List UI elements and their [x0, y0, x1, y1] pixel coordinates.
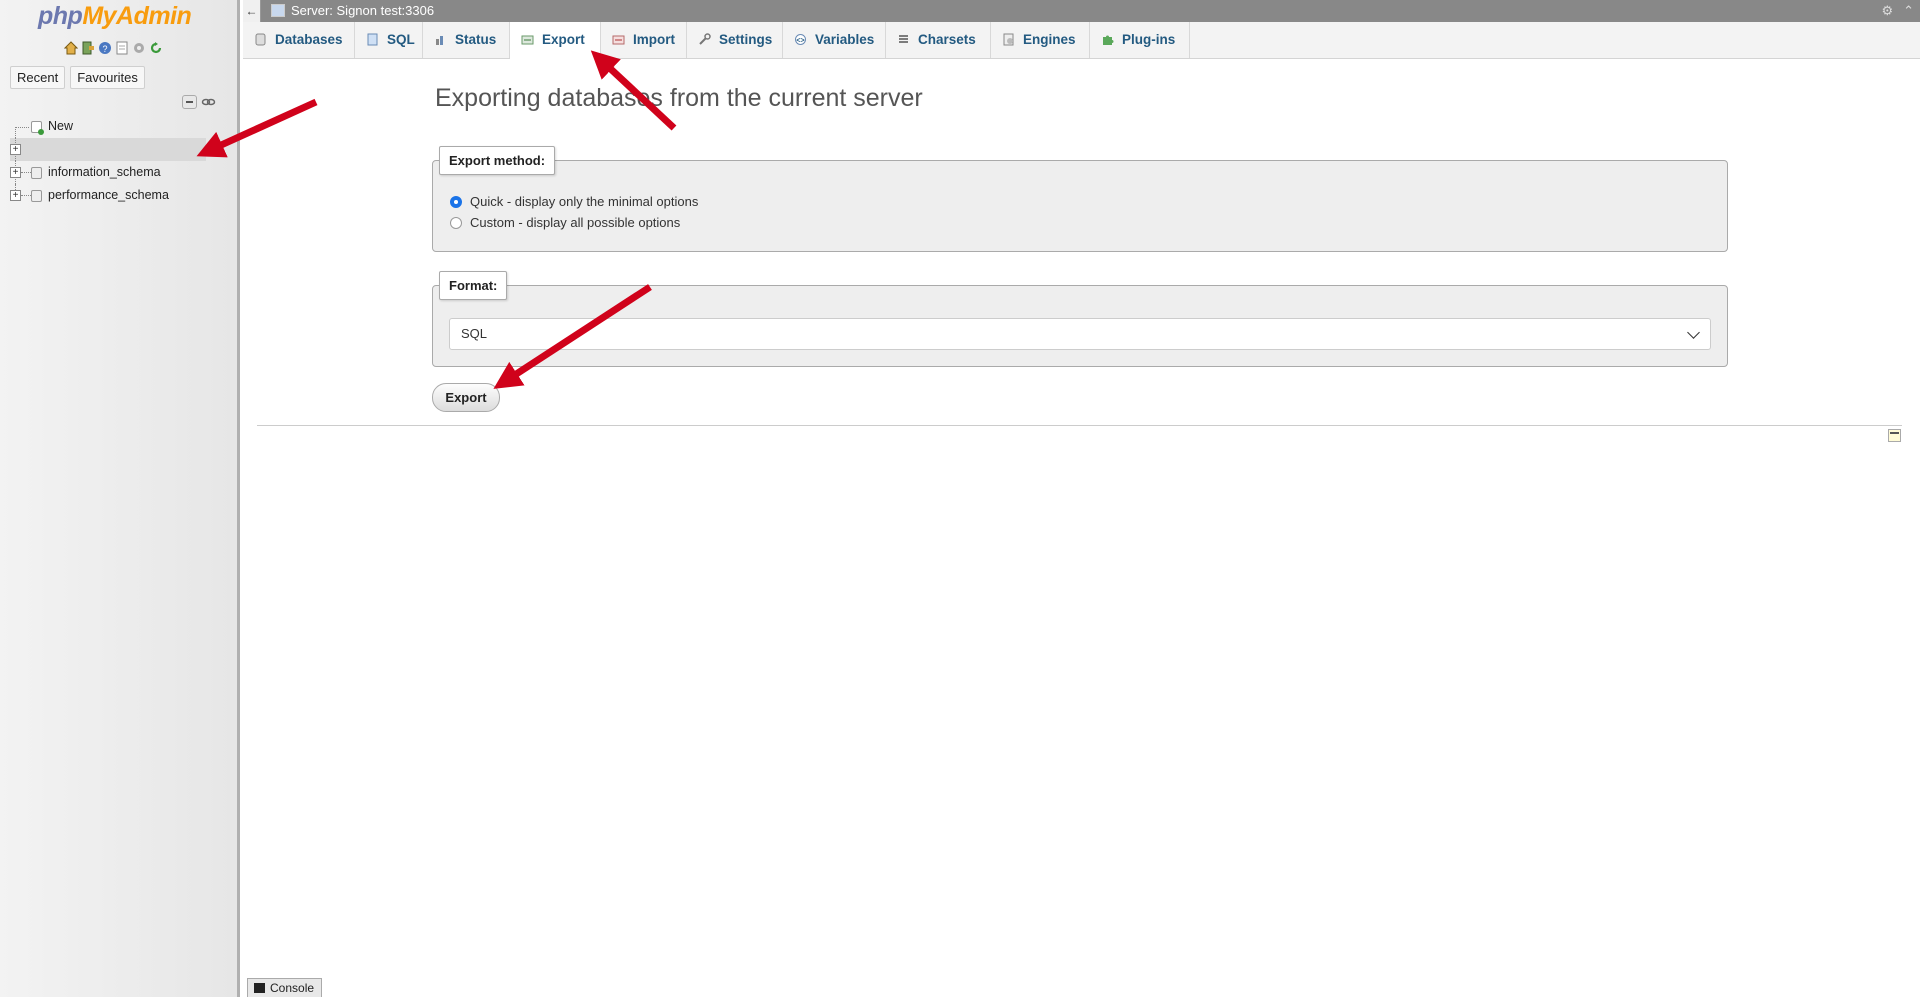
server-breadcrumb[interactable]: Server: Signon test:3306 — [291, 3, 434, 18]
tab-charsets[interactable]: Charsets — [886, 22, 991, 58]
format-select[interactable]: SQL — [449, 318, 1711, 350]
help-icon[interactable]: ? — [98, 41, 112, 55]
tab-label: Import — [633, 32, 675, 47]
import-icon — [612, 35, 625, 45]
nav-tabs: Recent Favourites — [10, 66, 145, 89]
top-right-controls: ⚙ ⌃ — [1881, 3, 1914, 19]
wrench-icon — [699, 33, 711, 45]
home-icon[interactable] — [64, 41, 78, 55]
expand-icon[interactable]: + — [10, 144, 21, 155]
console-toggle[interactable]: Console — [247, 978, 322, 997]
tab-label: Variables — [815, 32, 875, 47]
content-divider — [257, 425, 1902, 426]
engines-icon — [1003, 33, 1014, 46]
database-tree: New + + information_schema + performance… — [10, 115, 236, 207]
tab-variables[interactable]: <> Variables — [783, 22, 886, 58]
variables-icon: <> — [795, 33, 806, 45]
tab-export[interactable]: Export — [510, 22, 601, 59]
tree-item-database[interactable]: + information_schema — [10, 161, 236, 184]
puzzle-icon — [1103, 35, 1114, 45]
tab-label: Settings — [719, 32, 773, 47]
expand-icon[interactable]: + — [10, 190, 21, 201]
quick-export-option[interactable]: Quick - display only the minimal options — [450, 194, 698, 209]
tree-item-label: New — [48, 119, 74, 133]
favourites-tab[interactable]: Favourites — [70, 66, 145, 89]
quick-export-label: Quick - display only the minimal options — [470, 194, 699, 209]
chevron-down-icon — [1687, 326, 1700, 339]
tree-controls — [182, 95, 216, 109]
phpmyadmin-logo[interactable]: phpMyAdmin — [38, 2, 192, 31]
page-title: Exporting databases from the current ser… — [435, 84, 923, 112]
export-method-legend: Export method: — [439, 146, 556, 175]
custom-export-radio[interactable] — [450, 216, 462, 229]
format-legend: Format: — [439, 271, 508, 300]
server-menu: Databases SQL Status Export Import Setti… — [243, 22, 1920, 59]
tree-item-database[interactable]: + performance_schema — [10, 184, 236, 207]
tab-label: Plug-ins — [1122, 32, 1176, 47]
databases-icon — [255, 33, 266, 46]
annotation-arrows — [196, 50, 677, 389]
collapse-navigation-button[interactable]: ← — [243, 0, 261, 22]
svg-text:?: ? — [102, 44, 107, 54]
tree-item-database[interactable]: + — [10, 138, 206, 161]
logout-icon[interactable] — [81, 41, 95, 55]
settings-icon[interactable] — [132, 41, 146, 55]
sql-icon — [367, 33, 378, 46]
tab-engines[interactable]: Engines — [991, 22, 1090, 58]
tree-item-label: performance_schema — [48, 188, 169, 202]
tab-sql[interactable]: SQL — [355, 22, 423, 58]
tree-item-label: information_schema — [48, 165, 161, 179]
console-label: Console — [270, 981, 315, 995]
svg-text:<>: <> — [796, 37, 804, 44]
tab-label: SQL — [387, 32, 415, 47]
custom-export-label: Custom - display all possible options — [470, 215, 681, 230]
nav-icon-bar: ? — [64, 41, 163, 55]
tree-item-new[interactable]: New — [10, 115, 236, 138]
reload-icon[interactable] — [149, 41, 163, 55]
tab-status[interactable]: Status — [423, 22, 510, 58]
page-settings-gear-icon[interactable]: ⚙ — [1881, 3, 1893, 19]
export-method-fieldset: Export method: Quick - display only the … — [432, 146, 1728, 252]
console-icon — [254, 983, 265, 993]
export-button[interactable]: Export — [432, 383, 500, 412]
recent-tab[interactable]: Recent — [10, 66, 66, 89]
page-settings-icon[interactable] — [1888, 429, 1901, 442]
tab-label: Export — [542, 32, 585, 47]
tab-plugins[interactable]: Plug-ins — [1090, 22, 1190, 58]
database-icon — [31, 167, 42, 179]
database-icon — [31, 190, 42, 202]
docs-icon[interactable] — [115, 41, 129, 55]
status-icon — [436, 35, 443, 45]
new-database-icon — [31, 121, 44, 135]
tab-databases[interactable]: Databases — [243, 22, 355, 58]
tab-label: Charsets — [918, 32, 976, 47]
export-icon — [521, 35, 534, 45]
collapse-all-icon[interactable] — [182, 95, 197, 109]
format-selected-value: SQL — [461, 326, 488, 341]
tab-label: Status — [455, 32, 497, 47]
navigation-panel: phpMyAdmin ? Recent Favourites New + + i… — [0, 0, 240, 997]
charsets-icon — [899, 35, 908, 43]
quick-export-radio[interactable] — [450, 195, 462, 208]
server-icon — [271, 4, 285, 17]
link-with-main-icon[interactable] — [201, 95, 216, 109]
tab-import[interactable]: Import — [601, 22, 687, 58]
tab-label: Engines — [1023, 32, 1076, 47]
expand-icon[interactable]: + — [10, 167, 21, 178]
collapse-top-menu-icon[interactable]: ⌃ — [1903, 3, 1914, 19]
tab-label: Databases — [275, 32, 343, 47]
format-fieldset: Format: SQL — [432, 271, 1728, 367]
server-breadcrumb-bar: ← Server: Signon test:3306 ⚙ ⌃ — [243, 0, 1920, 22]
tab-settings[interactable]: Settings — [687, 22, 783, 58]
custom-export-option[interactable]: Custom - display all possible options — [450, 215, 680, 230]
